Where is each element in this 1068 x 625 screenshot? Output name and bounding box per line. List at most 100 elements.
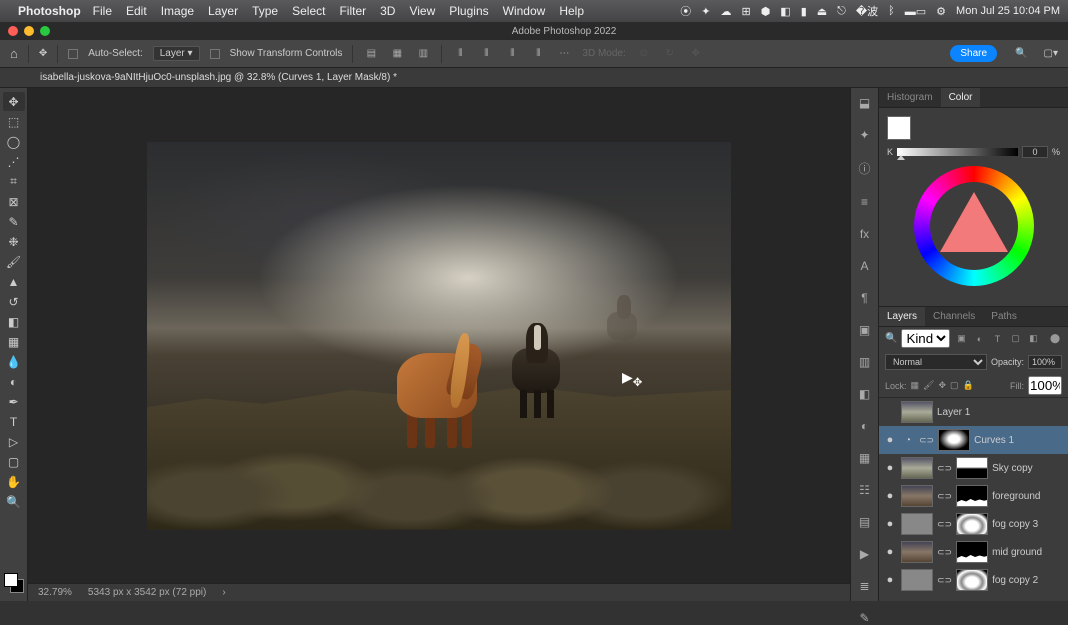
menu-file[interactable]: File	[93, 4, 112, 18]
blur-tool[interactable]: 💧	[3, 352, 25, 371]
canvas[interactable]: ▶✥	[147, 142, 731, 530]
tab-paths[interactable]: Paths	[983, 307, 1025, 326]
crop-tool[interactable]: ⌗	[3, 172, 25, 191]
visibility-toggle[interactable]: ●	[883, 434, 897, 446]
status-icon[interactable]: ⦿	[680, 3, 691, 19]
menu-filter[interactable]: Filter	[339, 4, 366, 18]
type-tool[interactable]: T	[3, 412, 25, 431]
show-transform-checkbox[interactable]	[210, 49, 220, 59]
panel-icon[interactable]: ▤	[856, 515, 874, 529]
filter-adjust-icon[interactable]: ◐	[972, 332, 986, 346]
zoom-tool[interactable]: 🔍	[3, 492, 25, 511]
layer-mask-thumbnail[interactable]	[938, 429, 970, 451]
layer-mask-thumbnail[interactable]	[956, 485, 988, 507]
link-icon[interactable]: ⊂⊃	[937, 575, 952, 586]
panel-icon[interactable]: ◧	[856, 387, 874, 401]
layer-row[interactable]: ●⊂⊃fog copy 3	[879, 510, 1068, 538]
tab-color[interactable]: Color	[941, 88, 981, 107]
filter-smart-icon[interactable]: ◧	[1026, 332, 1040, 346]
eyedropper-tool[interactable]: ✎	[3, 212, 25, 231]
dodge-tool[interactable]: ◐	[3, 372, 25, 391]
layer-row[interactable]: ● ⊂⊃ mid ground	[879, 538, 1068, 566]
layer-name[interactable]: fog copy 2	[992, 575, 1064, 586]
auto-select-checkbox[interactable]	[68, 49, 78, 59]
status-icon[interactable]: ◧	[780, 5, 790, 18]
distribute-icon[interactable]: ⫴	[504, 46, 520, 62]
fill-input[interactable]	[1028, 376, 1062, 395]
panel-icon[interactable]: ⬓	[856, 96, 874, 110]
layer-row[interactable]: ●⊂⊃fog copy 2	[879, 566, 1068, 594]
layer-name[interactable]: Sky copy	[992, 463, 1064, 474]
layer-thumbnail[interactable]	[901, 401, 933, 423]
panel-icon[interactable]: ◐	[856, 419, 874, 433]
move-tool[interactable]: ✥	[3, 92, 25, 111]
menu-help[interactable]: Help	[559, 4, 584, 18]
layer-name[interactable]: mid ground	[992, 547, 1064, 558]
color-triangle[interactable]	[940, 192, 1008, 252]
pen-tool[interactable]: ✒	[3, 392, 25, 411]
status-icon[interactable]: ⏏	[817, 5, 827, 18]
workspace-icon[interactable]: ▢▾	[1044, 48, 1058, 59]
blend-mode-select[interactable]: Normal	[885, 354, 987, 370]
wand-tool[interactable]: ⋰	[3, 152, 25, 171]
bluetooth-icon[interactable]: ᛒ	[888, 5, 895, 17]
opacity-input[interactable]	[1028, 355, 1062, 369]
panel-icon[interactable]: ▶	[856, 547, 874, 561]
menu-type[interactable]: Type	[252, 4, 278, 18]
clock[interactable]: Mon Jul 25 10:04 PM	[956, 5, 1060, 17]
layer-row[interactable]: ●⊂⊃foreground	[879, 482, 1068, 510]
layer-row[interactable]: ●⊂⊃Sky copy	[879, 454, 1068, 482]
align-left-icon[interactable]: ▤	[363, 46, 379, 62]
layer-row[interactable]: Layer 1	[879, 398, 1068, 426]
menu-view[interactable]: View	[409, 4, 435, 18]
layer-name[interactable]: foreground	[992, 491, 1064, 502]
filter-kind-select[interactable]: Kind	[901, 329, 950, 348]
visibility-toggle[interactable]: ●	[883, 546, 897, 558]
tab-layers[interactable]: Layers	[879, 307, 925, 326]
panel-icon[interactable]: ▦	[856, 451, 874, 465]
panel-icon[interactable]: ✎	[856, 611, 874, 625]
distribute-icon[interactable]: ⫴	[452, 46, 468, 62]
shape-tool[interactable]: ▢	[3, 452, 25, 471]
heal-tool[interactable]: ❉	[3, 232, 25, 251]
zoom-level[interactable]: 32.79%	[38, 587, 72, 598]
status-icon[interactable]: ⊞	[741, 5, 750, 18]
distribute-icon[interactable]: ⫴	[530, 46, 546, 62]
menu-select[interactable]: Select	[292, 4, 325, 18]
layer-thumbnail[interactable]	[901, 569, 933, 591]
color-wheel[interactable]	[914, 166, 1034, 286]
filter-type-icon[interactable]: T	[990, 332, 1004, 346]
filter-toggle[interactable]: ⬤	[1048, 332, 1062, 346]
k-value-input[interactable]	[1022, 146, 1048, 158]
history-brush-tool[interactable]: ↺	[3, 292, 25, 311]
lock-artboard-icon[interactable]: ▢	[950, 380, 959, 391]
menu-image[interactable]: Image	[161, 4, 194, 18]
tab-channels[interactable]: Channels	[925, 307, 983, 326]
panel-icon[interactable]: A	[856, 259, 874, 273]
layer-thumbnail[interactable]	[901, 457, 933, 479]
lock-image-icon[interactable]: 🖌	[923, 380, 934, 391]
panel-icon[interactable]: ≣	[856, 579, 874, 593]
lock-position-icon[interactable]: ✥	[938, 380, 946, 391]
align-center-icon[interactable]: ▦	[389, 46, 405, 62]
layer-thumbnail[interactable]	[901, 513, 933, 535]
link-icon[interactable]: ⊂⊃	[919, 435, 934, 446]
foreground-color-swatch[interactable]	[887, 116, 911, 140]
document-tab[interactable]: isabella-juskova-9aNItHjuOc0-unsplash.jp…	[40, 72, 397, 83]
frame-tool[interactable]: ⊠	[3, 192, 25, 211]
close-button[interactable]	[8, 26, 18, 36]
layer-mask-thumbnail[interactable]	[956, 457, 988, 479]
home-icon[interactable]: ⌂	[10, 46, 18, 61]
visibility-toggle[interactable]: ●	[883, 490, 897, 502]
panel-icon[interactable]: ≡	[856, 195, 874, 209]
link-icon[interactable]: ⊂⊃	[937, 547, 952, 558]
status-icon[interactable]: ▮	[801, 5, 807, 18]
share-button[interactable]: Share	[950, 45, 997, 62]
menu-plugins[interactable]: Plugins	[449, 4, 488, 18]
layer-name[interactable]: Layer 1	[937, 407, 1064, 418]
status-icon[interactable]: ⎋	[837, 5, 846, 18]
gradient-tool[interactable]: ▦	[3, 332, 25, 351]
status-icon[interactable]: ⬢	[761, 5, 771, 18]
stamp-tool[interactable]: ▲	[3, 272, 25, 291]
align-right-icon[interactable]: ▥	[415, 46, 431, 62]
